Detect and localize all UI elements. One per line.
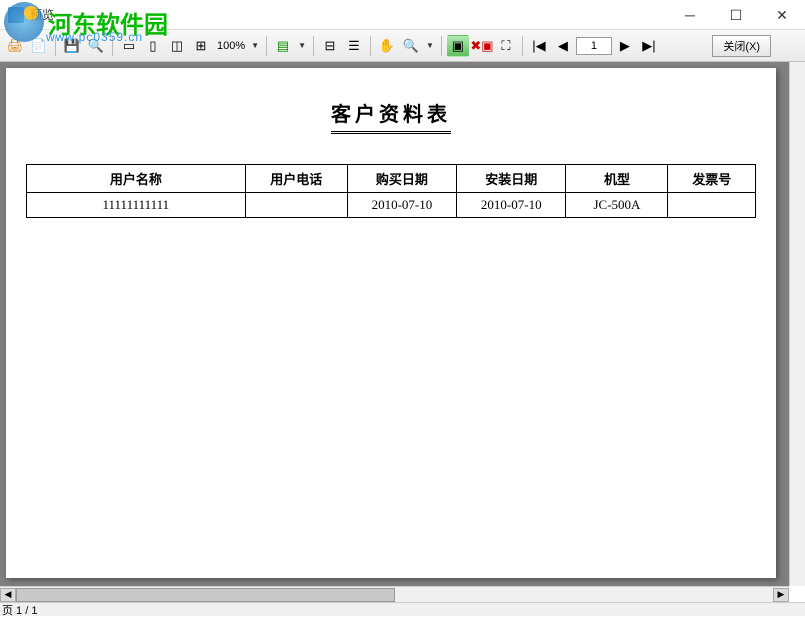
print-setup-icon[interactable]: 📄	[28, 35, 50, 57]
page-number-input[interactable]	[576, 37, 612, 55]
header-name: 用户名称	[27, 165, 246, 193]
header-phone: 用户电话	[245, 165, 347, 193]
preview-area[interactable]: 客户资料表 用户名称 用户电话 购买日期 安装日期 机型 发票号 1111111…	[0, 62, 805, 586]
toolbar-close-button[interactable]: 关闭(X)	[712, 35, 771, 57]
cell-phone	[245, 193, 347, 218]
titlebar: 预览 ─ ☐ ✕	[0, 0, 805, 30]
zoom-control[interactable]: 100% ▼	[214, 40, 261, 52]
separator	[441, 36, 442, 56]
minimize-button[interactable]: ─	[667, 0, 713, 30]
multi-page-icon[interactable]: ⊞	[190, 35, 212, 57]
cell-invoice	[668, 193, 756, 218]
statusbar: 页 1 / 1	[0, 602, 805, 616]
window-controls: ─ ☐ ✕	[667, 0, 805, 30]
magnifier-dropdown-icon[interactable]: ▼	[424, 41, 436, 50]
next-page-icon[interactable]: ▶	[614, 35, 636, 57]
scroll-left-icon[interactable]: ◀	[0, 588, 16, 602]
customer-table: 用户名称 用户电话 购买日期 安装日期 机型 发票号 11111111111 2…	[26, 164, 756, 218]
page-status: 页 1 / 1	[2, 602, 37, 618]
prev-page-icon[interactable]: ◀	[552, 35, 574, 57]
scroll-right-icon[interactable]: ▶	[773, 588, 789, 602]
header-model: 机型	[566, 165, 668, 193]
window-title: 预览	[30, 6, 54, 23]
cell-install-date: 2010-07-10	[457, 193, 566, 218]
last-page-icon[interactable]: ▶|	[638, 35, 660, 57]
header-buy-date: 购买日期	[347, 165, 456, 193]
tree-icon[interactable]: ☰	[343, 35, 365, 57]
print-icon[interactable]: 🖨	[4, 35, 26, 57]
header-install-date: 安装日期	[457, 165, 566, 193]
find-icon[interactable]: 🔍	[85, 35, 107, 57]
whole-page-icon[interactable]: ▯	[142, 35, 164, 57]
zoom-area-icon[interactable]: ▣	[447, 35, 469, 57]
fullscreen-icon[interactable]: ⛶	[495, 35, 517, 57]
separator	[370, 36, 371, 56]
magnifier-icon[interactable]: 🔍	[400, 35, 422, 57]
maximize-button[interactable]: ☐	[713, 0, 759, 30]
save-icon[interactable]: 💾	[61, 35, 83, 57]
scroll-track[interactable]	[16, 588, 773, 602]
separator	[313, 36, 314, 56]
two-page-icon[interactable]: ◫	[166, 35, 188, 57]
page-width-icon[interactable]: ▭	[118, 35, 140, 57]
zoom-dropdown-icon[interactable]: ▼	[249, 41, 261, 50]
toolbar: 🖨 📄 💾 🔍 ▭ ▯ ◫ ⊞ 100% ▼ ▤ ▼ ⊟ ☰ ✋ 🔍 ▼ ▣ ✖…	[0, 30, 805, 62]
vertical-scrollbar[interactable]	[789, 62, 805, 586]
cancel-icon[interactable]: ✖▣	[471, 35, 493, 57]
app-icon	[8, 7, 24, 23]
separator	[266, 36, 267, 56]
zoom-value: 100%	[214, 40, 248, 52]
header-invoice: 发票号	[668, 165, 756, 193]
outline-dropdown-icon[interactable]: ▼	[296, 41, 308, 50]
hand-tool-icon[interactable]: ✋	[376, 35, 398, 57]
close-button[interactable]: ✕	[759, 0, 805, 30]
first-page-icon[interactable]: |◀	[528, 35, 550, 57]
scroll-thumb[interactable]	[16, 588, 395, 602]
cell-model: JC-500A	[566, 193, 668, 218]
table-header-row: 用户名称 用户电话 购买日期 安装日期 机型 发票号	[27, 165, 756, 193]
separator	[55, 36, 56, 56]
outline-icon[interactable]: ▤	[272, 35, 294, 57]
cell-name: 11111111111	[27, 193, 246, 218]
document-page: 客户资料表 用户名称 用户电话 购买日期 安装日期 机型 发票号 1111111…	[6, 68, 776, 578]
separator	[112, 36, 113, 56]
horizontal-scrollbar[interactable]: ◀ ▶	[0, 586, 789, 602]
thumbnails-icon[interactable]: ⊟	[319, 35, 341, 57]
document-title: 客户资料表	[331, 98, 451, 134]
cell-buy-date: 2010-07-10	[347, 193, 456, 218]
separator	[522, 36, 523, 56]
table-row: 11111111111 2010-07-10 2010-07-10 JC-500…	[27, 193, 756, 218]
